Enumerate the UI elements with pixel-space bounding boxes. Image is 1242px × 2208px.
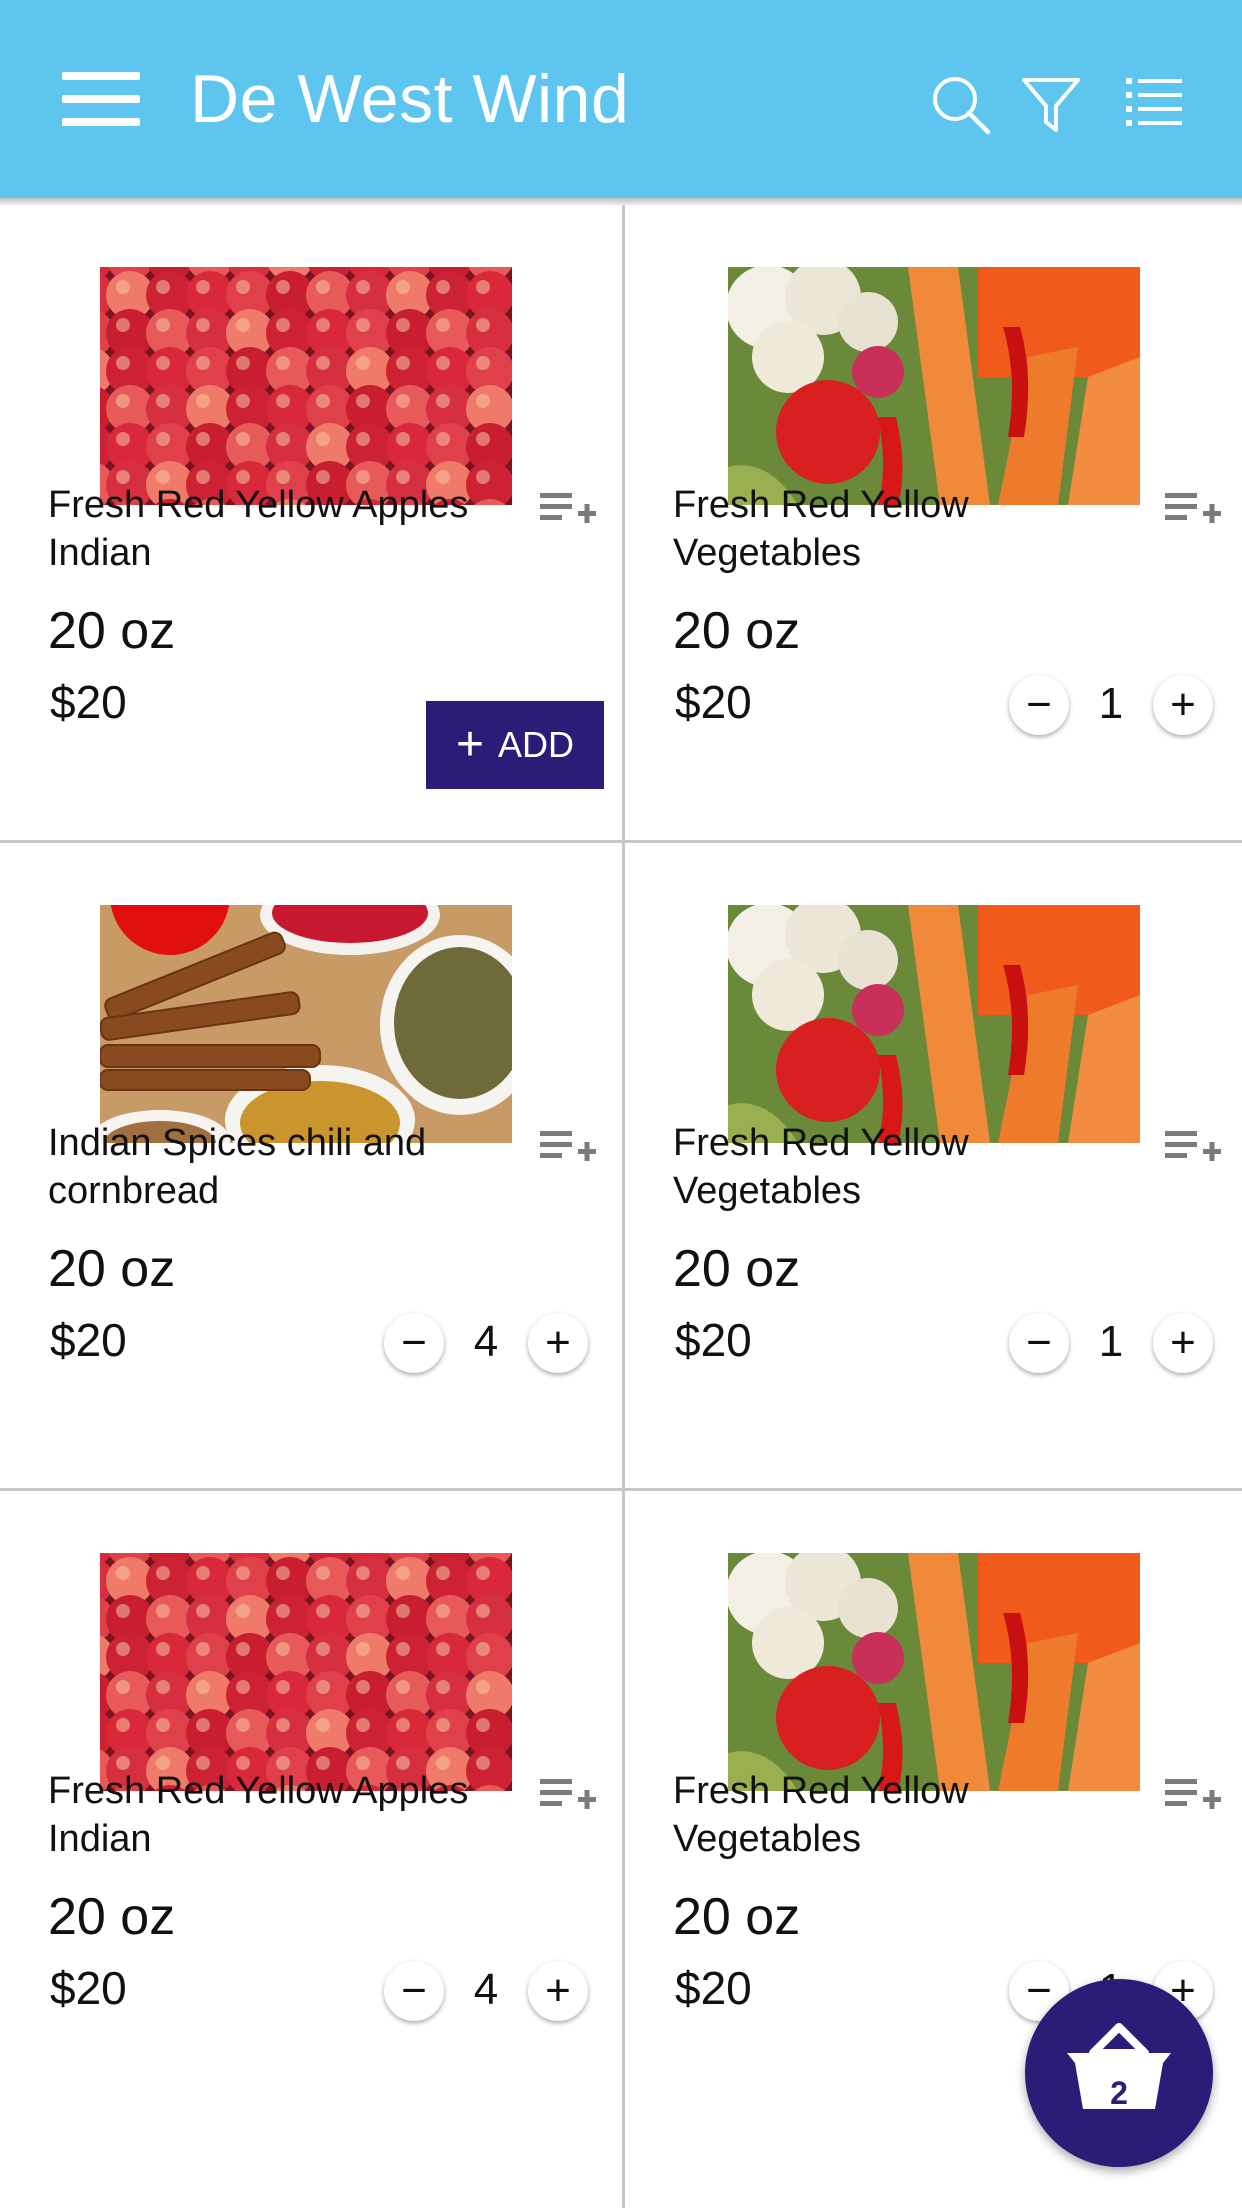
- product-price: $20: [50, 1962, 127, 2014]
- add-to-list-icon[interactable]: [1165, 489, 1221, 531]
- add-to-list-icon[interactable]: [1165, 1127, 1221, 1169]
- quantity-stepper: − 4 +: [384, 1961, 600, 2025]
- product-weight: 20 oz: [48, 1888, 176, 1946]
- product-image[interactable]: [100, 905, 512, 1143]
- app-bar: De West Wind: [0, 0, 1242, 198]
- quantity-stepper: − 1 +: [1009, 1313, 1225, 1377]
- quantity-value: 4: [473, 1317, 499, 1366]
- product-image[interactable]: [100, 1553, 512, 1791]
- app-title: De West Wind: [190, 61, 630, 137]
- add-to-list-icon[interactable]: [1165, 1775, 1221, 1817]
- add-to-cart-button[interactable]: + ADD: [426, 701, 604, 789]
- product-card[interactable]: Fresh Red Yellow Vegetables 20 oz $20 − …: [625, 843, 1242, 1475]
- product-price: $20: [50, 1314, 127, 1366]
- product-name: Fresh Red Yellow Vegetables: [673, 1770, 969, 1860]
- menu-icon[interactable]: [62, 68, 140, 130]
- product-image[interactable]: [728, 905, 1140, 1143]
- product-name: Fresh Red Yellow Apples Indian: [48, 1770, 469, 1860]
- product-card[interactable]: Fresh Red Yellow Apples Indian 20 oz $20…: [0, 205, 620, 837]
- increase-quantity-button[interactable]: +: [1153, 675, 1213, 735]
- product-price: $20: [675, 676, 752, 728]
- product-image[interactable]: [728, 1553, 1140, 1791]
- cart-button[interactable]: 2: [1025, 1979, 1213, 2167]
- add-button-label: ADD: [498, 724, 575, 765]
- product-weight: 20 oz: [673, 1240, 801, 1298]
- increase-quantity-button[interactable]: +: [1153, 1313, 1213, 1373]
- decrease-quantity-button[interactable]: −: [384, 1313, 444, 1373]
- add-to-list-icon[interactable]: [540, 489, 596, 531]
- product-name: Indian Spices chili and cornbread: [48, 1122, 427, 1212]
- product-name: Fresh Red Yellow Apples Indian: [48, 484, 469, 574]
- product-name: Fresh Red Yellow Vegetables: [673, 1122, 969, 1212]
- product-price: $20: [675, 1962, 752, 2014]
- filter-icon[interactable]: [1018, 72, 1084, 138]
- add-to-list-icon[interactable]: [540, 1127, 596, 1169]
- product-card[interactable]: Indian Spices chili and cornbread 20 oz …: [0, 843, 620, 1475]
- quantity-stepper: − 1 +: [1009, 675, 1225, 739]
- product-image[interactable]: [728, 267, 1140, 505]
- search-icon[interactable]: [928, 72, 994, 138]
- quantity-value: 1: [1098, 679, 1124, 728]
- list-view-icon[interactable]: [1122, 72, 1188, 138]
- product-price: $20: [675, 1314, 752, 1366]
- decrease-quantity-button[interactable]: −: [384, 1961, 444, 2021]
- appbar-shadow: [0, 198, 1242, 205]
- add-to-list-icon[interactable]: [540, 1775, 596, 1817]
- cart-count-badge: 2: [1110, 2075, 1128, 2111]
- product-card[interactable]: Fresh Red Yellow Apples Indian 20 oz $20…: [0, 1491, 620, 2123]
- decrease-quantity-button[interactable]: −: [1009, 1313, 1069, 1373]
- product-name: Fresh Red Yellow Vegetables: [673, 484, 969, 574]
- increase-quantity-button[interactable]: +: [528, 1961, 588, 2021]
- product-price: $20: [50, 676, 127, 728]
- decrease-quantity-button[interactable]: −: [1009, 675, 1069, 735]
- product-image[interactable]: [100, 267, 512, 505]
- product-weight: 20 oz: [673, 602, 801, 660]
- product-card[interactable]: Fresh Red Yellow Vegetables 20 oz $20 − …: [625, 205, 1242, 837]
- quantity-value: 1: [1098, 1317, 1124, 1366]
- product-weight: 20 oz: [673, 1888, 801, 1946]
- quantity-stepper: − 4 +: [384, 1313, 600, 1377]
- increase-quantity-button[interactable]: +: [528, 1313, 588, 1373]
- product-weight: 20 oz: [48, 1240, 176, 1298]
- quantity-value: 4: [473, 1965, 499, 2014]
- plus-icon: +: [455, 718, 484, 771]
- product-weight: 20 oz: [48, 602, 176, 660]
